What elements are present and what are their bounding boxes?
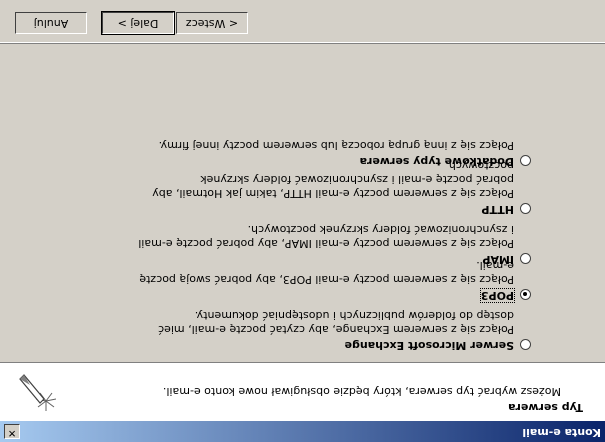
option-exchange-label: Serwer Microsoft Exchange <box>344 339 514 352</box>
wizard-wand-icon <box>19 374 56 411</box>
server-type-options: Serwer Microsoft Exchange Połącz się z s… <box>0 122 605 362</box>
title-bar[interactable]: Konta e-mail ✕ <box>0 421 605 442</box>
page-title: Typ serwera <box>508 401 583 414</box>
radio-http[interactable] <box>520 203 531 214</box>
option-imap-label: IMAP <box>482 253 514 266</box>
option-imap-description: Połącz się z serwerem poczty e-mail IMAP… <box>138 223 514 250</box>
option-http-label: HTTP <box>481 203 514 216</box>
option-pop3-description: Połącz się z serwerem poczty e-mail POP3… <box>139 259 514 286</box>
option-other-servers-label: Dodatkowe typy serwera <box>359 155 514 168</box>
back-button[interactable]: < Wstecz <box>176 12 248 34</box>
option-other-servers-description: Połącz się z inną grupą roboczą lub serw… <box>158 139 514 152</box>
page-subtitle: Możesz wybrać typ serwera, który będzie … <box>162 385 561 398</box>
radio-exchange[interactable] <box>520 339 531 350</box>
radio-imap[interactable] <box>520 253 531 264</box>
radio-other-servers[interactable] <box>520 155 531 166</box>
close-icon: ✕ <box>7 427 17 438</box>
wizard-header: Typ serwera Możesz wybrać typ serwera, k… <box>0 362 605 421</box>
next-button[interactable]: Dalej > <box>101 11 175 35</box>
cancel-button[interactable]: Anuluj <box>15 12 87 34</box>
window-title: Konta e-mail <box>522 426 601 439</box>
option-pop3-label: POP3 <box>479 288 516 303</box>
email-accounts-dialog: Konta e-mail ✕ Typ serwera Możesz wybrać… <box>0 0 605 442</box>
footer-separator <box>0 42 605 44</box>
radio-pop3[interactable] <box>520 289 531 300</box>
close-button[interactable]: ✕ <box>4 424 20 439</box>
option-exchange-description: Połącz się z serwerem Exchange, aby czyt… <box>158 309 514 336</box>
